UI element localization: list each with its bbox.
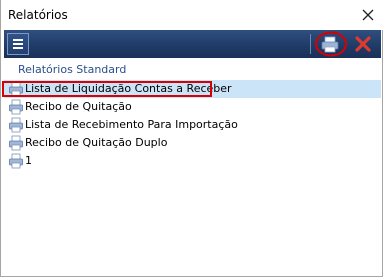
report-printer-icon xyxy=(9,99,23,115)
report-item[interactable]: Recibo de Quitação Duplo xyxy=(4,134,381,152)
cancel-button[interactable] xyxy=(351,33,375,55)
red-x-icon xyxy=(355,36,371,52)
toolbar-separator xyxy=(310,34,311,54)
report-item-label: Lista de Recebimento Para Importação xyxy=(25,118,238,131)
report-item-label: Recibo de Quitação xyxy=(25,100,132,113)
window-title: Relatórios xyxy=(8,8,68,22)
report-item[interactable]: 1 xyxy=(4,152,381,170)
report-printer-icon xyxy=(9,117,23,133)
report-item-label: Recibo de Quitação Duplo xyxy=(25,136,168,149)
reports-window: Relatórios Relatórios Standard Lista de … xyxy=(0,0,384,277)
report-printer-icon xyxy=(9,153,23,169)
print-report-button[interactable] xyxy=(314,31,348,57)
hamburger-menu-icon-line xyxy=(13,43,23,45)
report-list: Lista de Liquidação Contas a Receber Rec… xyxy=(2,80,381,170)
hamburger-menu-button[interactable] xyxy=(7,33,29,55)
report-item[interactable]: Lista de Liquidação Contas a Receber xyxy=(2,80,381,98)
report-item[interactable]: Recibo de Quitação xyxy=(4,98,381,116)
report-item[interactable]: Lista de Recebimento Para Importação xyxy=(4,116,381,134)
print-report-icon xyxy=(321,36,339,53)
title-bar: Relatórios xyxy=(1,0,384,30)
group-header: Relatórios Standard xyxy=(18,63,127,76)
toolbar xyxy=(4,30,381,58)
report-printer-icon xyxy=(9,135,23,151)
selection-highlight xyxy=(2,81,212,97)
hamburger-menu-icon-line xyxy=(13,47,23,49)
hamburger-menu-icon xyxy=(13,39,23,41)
report-item-label: 1 xyxy=(25,154,32,167)
close-icon[interactable] xyxy=(358,5,378,25)
